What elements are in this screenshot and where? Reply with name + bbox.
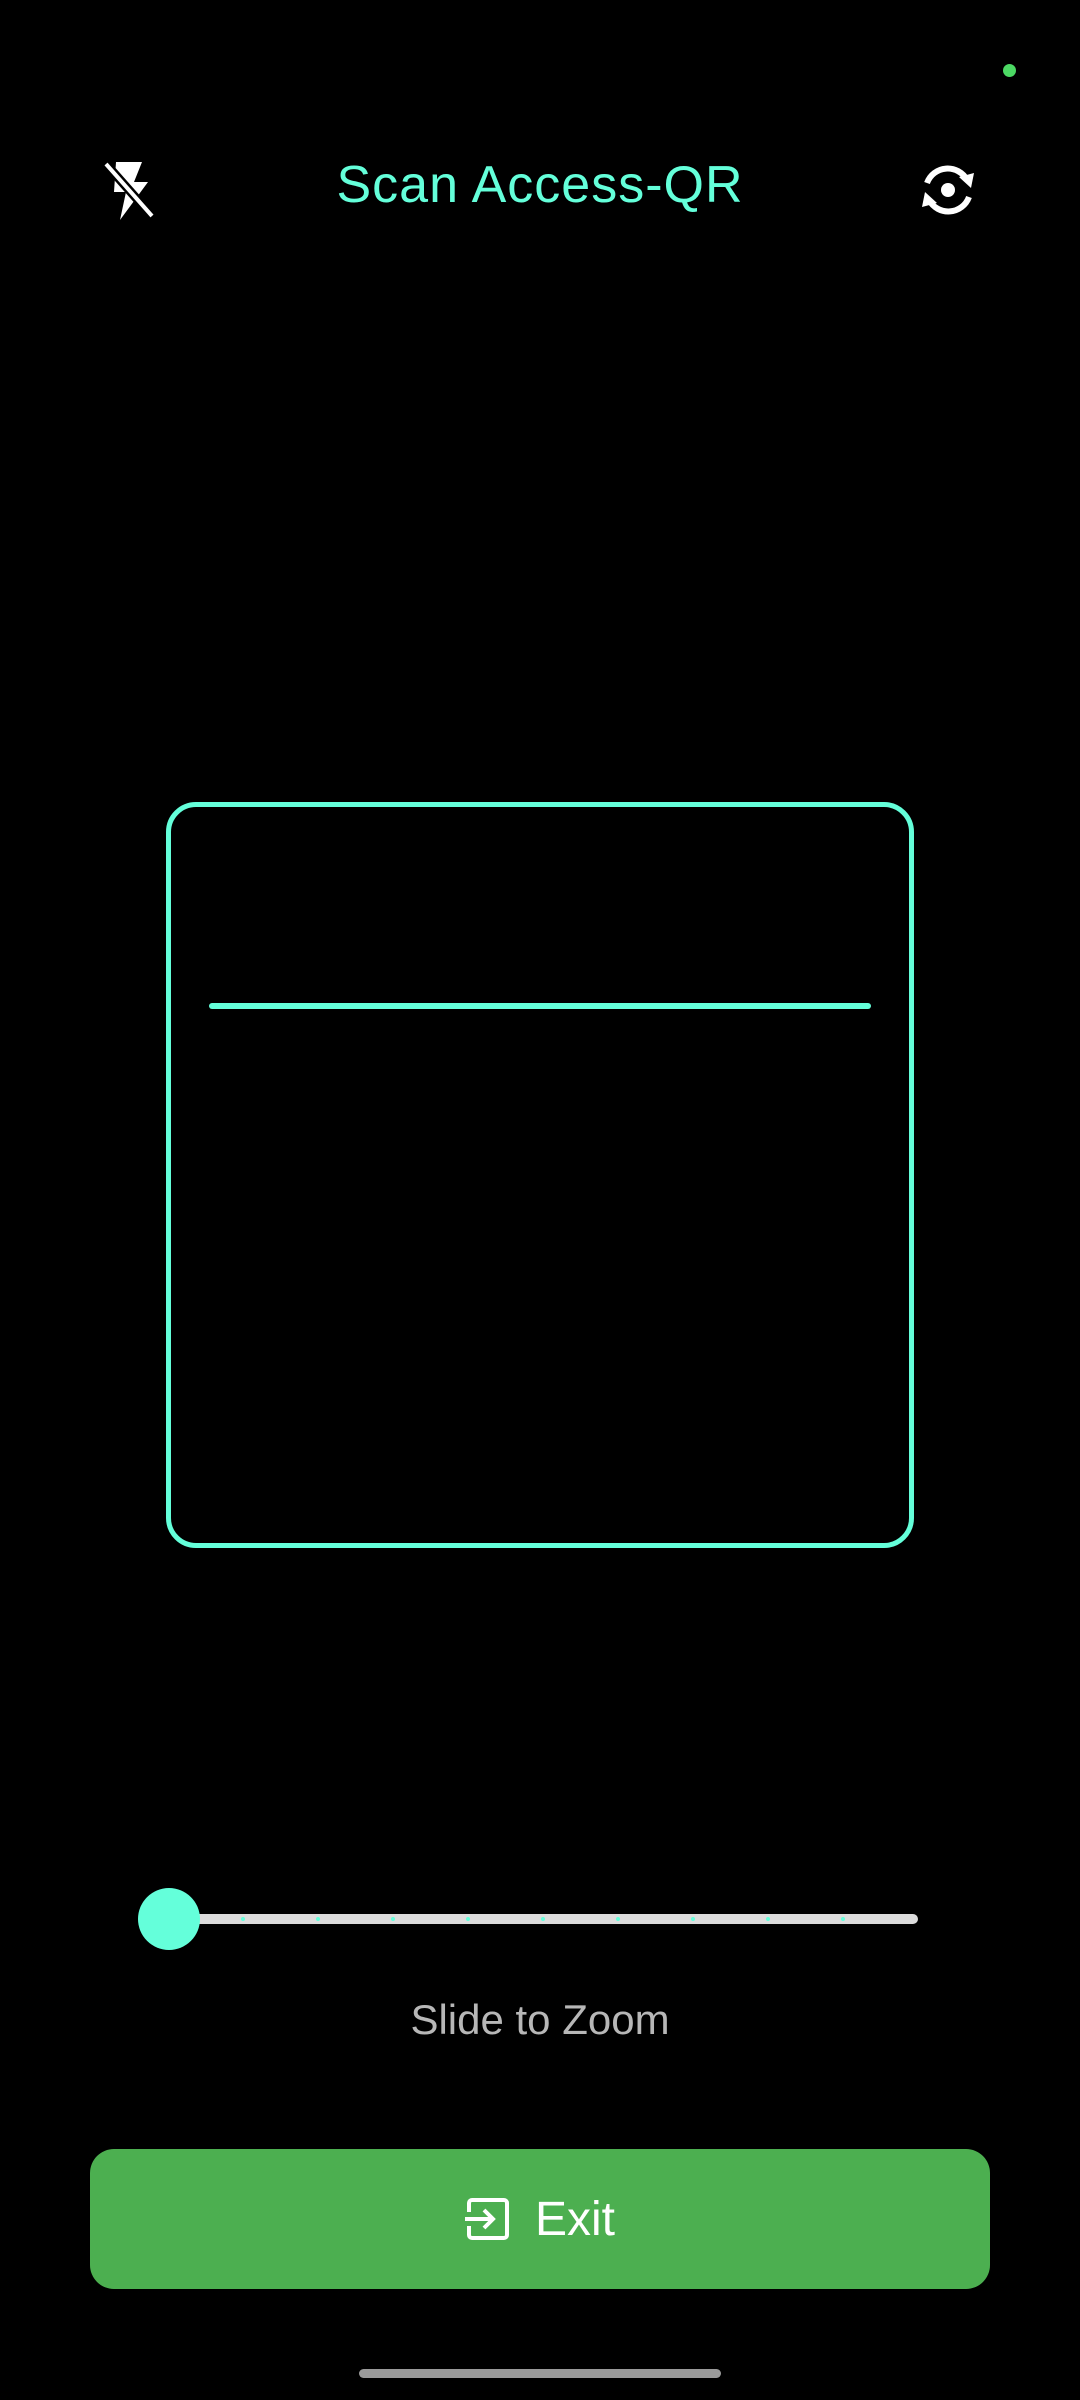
status-indicator-dot <box>1003 64 1016 77</box>
zoom-slider-tick <box>841 1917 845 1921</box>
zoom-slider-tick <box>241 1917 245 1921</box>
exit-button-label: Exit <box>534 2192 615 2246</box>
zoom-slider-tick <box>316 1917 320 1921</box>
zoom-caption: Slide to Zoom <box>410 1996 670 2043</box>
zoom-slider-tick <box>541 1917 545 1921</box>
zoom-slider-tick <box>766 1917 770 1921</box>
exit-button[interactable]: Exit <box>90 2149 990 2289</box>
switch-camera-icon <box>922 165 974 215</box>
switch-camera-button[interactable] <box>908 150 988 230</box>
zoom-slider-thumb[interactable] <box>138 1888 200 1950</box>
home-indicator[interactable] <box>359 2369 721 2378</box>
qr-scanner-screen: Scan Access-QR Slide to Zoom Exit <box>0 0 1080 2400</box>
zoom-slider-tick <box>616 1917 620 1921</box>
zoom-slider-tick <box>466 1917 470 1921</box>
zoom-slider[interactable] <box>138 1888 920 1950</box>
exit-icon <box>464 2196 511 2242</box>
zoom-slider-tick <box>391 1917 395 1921</box>
scan-line <box>209 1003 871 1009</box>
scan-frame <box>166 802 914 1548</box>
zoom-slider-tick <box>691 1917 695 1921</box>
